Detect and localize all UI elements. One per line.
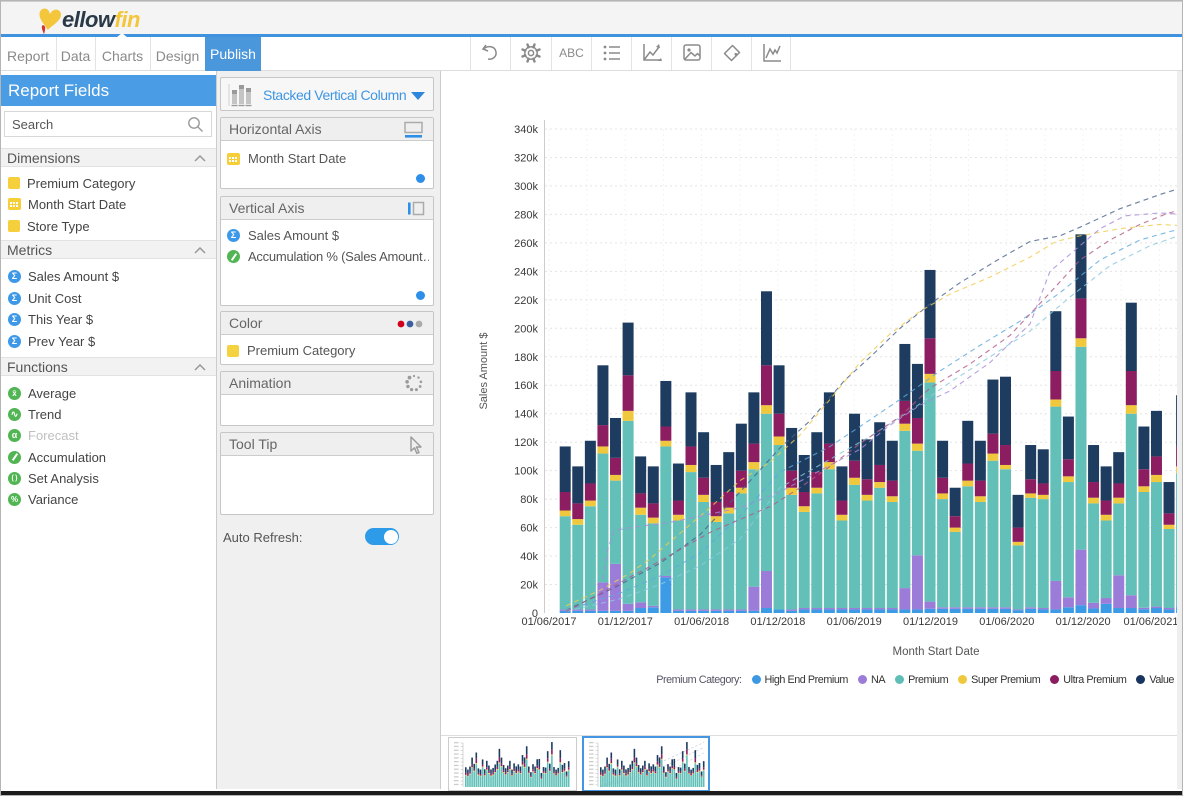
svg-text:320k: 320k [514,153,538,165]
svg-text:240k: 240k [514,266,538,278]
svg-text:120k: 120k [514,437,538,449]
svg-text:01/06/2021: 01/06/2021 [1123,616,1178,628]
svg-text:180k: 180k [514,352,538,364]
svg-text:40k: 40k [520,551,538,563]
svg-text:300k: 300k [514,181,538,193]
svg-text:280k: 280k [514,209,538,221]
svg-text:01/12/2019: 01/12/2019 [903,616,958,628]
svg-text:01/06/2018: 01/06/2018 [674,616,729,628]
svg-text:140k: 140k [514,409,538,421]
svg-text:340k: 340k [514,124,538,136]
svg-text:260k: 260k [514,238,538,250]
svg-text:01/12/2018: 01/12/2018 [750,616,805,628]
svg-text:Sales Amount $: Sales Amount $ [478,332,490,409]
svg-text:01/06/2017: 01/06/2017 [521,616,576,628]
svg-text:60k: 60k [520,523,538,535]
svg-text:01/12/2020: 01/12/2020 [1056,616,1111,628]
svg-text:220k: 220k [514,295,538,307]
svg-text:01/06/2020: 01/06/2020 [979,616,1034,628]
svg-text:200k: 200k [514,323,538,335]
svg-text:160k: 160k [514,380,538,392]
svg-text:Month Start Date: Month Start Date [893,646,980,658]
svg-text:80k: 80k [520,494,538,506]
svg-text:20k: 20k [520,580,538,592]
svg-text:01/12/2017: 01/12/2017 [598,616,653,628]
svg-text:01/06/2019: 01/06/2019 [827,616,882,628]
svg-text:100k: 100k [514,466,538,478]
